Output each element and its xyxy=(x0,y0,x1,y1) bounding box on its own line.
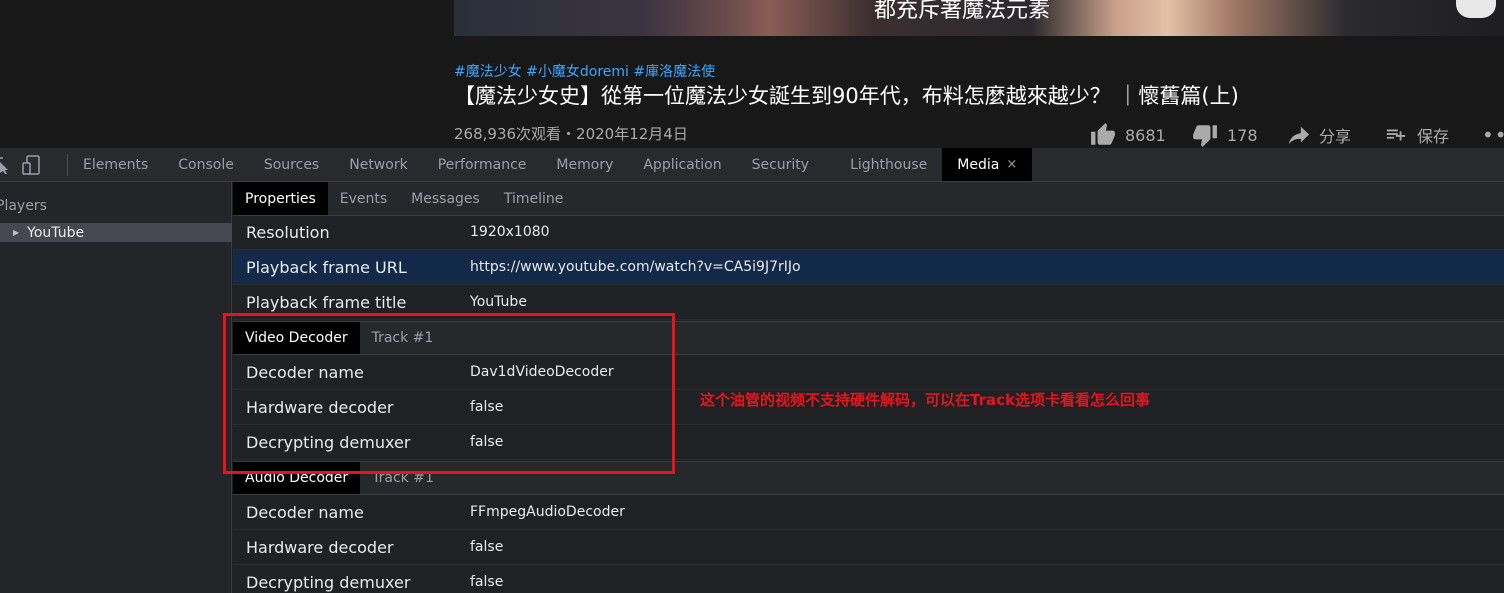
property-key: Decoder name xyxy=(246,502,364,522)
more-dots-icon: ••• xyxy=(1482,123,1504,147)
tab-audio-decoder[interactable]: Audio Decoder xyxy=(233,462,361,494)
dislike-count: 178 xyxy=(1227,125,1258,145)
video-subtitle: 都充斥著魔法元素 xyxy=(874,0,1051,23)
devtools-toolbar-icons xyxy=(0,153,68,176)
media-subtabbar: Properties Events Messages Timeline xyxy=(233,182,1504,216)
more-actions-button[interactable]: ••• xyxy=(1482,121,1504,149)
tab-lighthouse[interactable]: Lighthouse xyxy=(824,148,942,181)
property-key: Decrypting demuxer xyxy=(246,572,411,592)
tab-performance[interactable]: Performance xyxy=(423,148,542,181)
player-item-youtube[interactable]: ▶ YouTube xyxy=(0,223,232,242)
playlist-add-icon xyxy=(1386,129,1406,141)
video-player-frame[interactable]: 都充斥著魔法元素 xyxy=(454,0,1504,36)
property-value: https://www.youtube.com/watch?v=CA5i9J7r… xyxy=(470,259,801,275)
property-key: Decoder name xyxy=(246,362,364,382)
like-count: 8681 xyxy=(1125,125,1166,145)
property-value: false xyxy=(470,539,504,555)
tab-memory[interactable]: Memory xyxy=(541,148,628,181)
save-label: 保存 xyxy=(1417,127,1450,146)
tab-audio-track-1[interactable]: Track #1 xyxy=(360,462,446,494)
media-player-details: Properties Events Messages Timeline Reso… xyxy=(233,182,1504,593)
tab-media-label: Media xyxy=(957,156,1000,173)
thumbs-down-icon xyxy=(1193,125,1217,147)
tab-media[interactable]: Media × xyxy=(942,148,1033,181)
annotation-text: 这个油管的视频不支持硬件解码，可以在Track选项卡看看怎么回事 xyxy=(700,391,1150,409)
device-toolbar-icon[interactable] xyxy=(22,154,42,175)
tab-security[interactable]: Security xyxy=(737,148,825,181)
video-decoder-row-decrypting[interactable]: Decrypting demuxer false xyxy=(233,425,1504,460)
audio-decoder-row-hardware[interactable]: Hardware decoder false xyxy=(233,530,1504,565)
tab-video-decoder[interactable]: Video Decoder xyxy=(233,322,360,354)
tab-console[interactable]: Console xyxy=(163,148,249,181)
share-button[interactable]: 分享 xyxy=(1286,121,1351,149)
audio-decoder-tabbar: Audio Decoder Track #1 xyxy=(233,461,1504,495)
players-sidebar: Players ▶ YouTube xyxy=(0,182,232,593)
tab-sources[interactable]: Sources xyxy=(249,148,334,181)
subtab-events[interactable]: Events xyxy=(328,182,399,215)
subtab-properties[interactable]: Properties xyxy=(233,182,328,215)
thumbs-up-icon xyxy=(1091,123,1115,145)
video-hashtags[interactable]: #魔法少女 #小魔女doremi #庫洛魔法使 xyxy=(454,61,715,81)
player-item-label: YouTube xyxy=(27,224,85,241)
property-key: Hardware decoder xyxy=(246,537,394,557)
property-key: Resolution xyxy=(246,222,330,242)
tab-network[interactable]: Network xyxy=(334,148,422,181)
like-button[interactable]: 8681 xyxy=(1088,121,1166,149)
property-value: false xyxy=(470,434,504,450)
devtools-main-tabbar: Elements Console Sources Network Perform… xyxy=(0,148,1504,182)
property-key: Playback frame URL xyxy=(246,257,407,277)
tab-video-track-1[interactable]: Track #1 xyxy=(360,322,446,354)
triangle-right-icon: ▶ xyxy=(13,228,20,237)
video-view-count-date: 268,936次观看・2020年12月4日 xyxy=(454,125,688,143)
property-value: YouTube xyxy=(470,294,527,310)
youtube-video-area: 都充斥著魔法元素 #魔法少女 #小魔女doremi #庫洛魔法使 【魔法少女史】… xyxy=(0,0,1504,148)
property-row-playback-frame-title[interactable]: Playback frame title YouTube xyxy=(233,285,1504,320)
save-button[interactable]: 保存 xyxy=(1382,121,1449,149)
inspect-element-icon[interactable] xyxy=(0,156,12,174)
subtab-messages[interactable]: Messages xyxy=(399,182,492,215)
dislike-button[interactable]: 178 xyxy=(1190,121,1258,149)
video-cloud-graphic xyxy=(1456,0,1496,18)
video-decoder-tabbar: Video Decoder Track #1 xyxy=(233,321,1504,355)
close-icon[interactable]: × xyxy=(1006,157,1017,172)
subtab-timeline[interactable]: Timeline xyxy=(492,182,576,215)
property-value: false xyxy=(470,574,504,590)
property-value: FFmpegAudioDecoder xyxy=(470,504,625,520)
property-value: Dav1dVideoDecoder xyxy=(470,364,614,380)
share-arrow-icon xyxy=(1288,126,1310,145)
audio-decoder-row-name[interactable]: Decoder name FFmpegAudioDecoder xyxy=(233,495,1504,530)
property-row-playback-frame-url[interactable]: Playback frame URL https://www.youtube.c… xyxy=(233,250,1504,285)
property-row-resolution[interactable]: Resolution 1920x1080 xyxy=(233,215,1504,250)
tab-application[interactable]: Application xyxy=(628,148,736,181)
players-heading: Players xyxy=(0,198,47,214)
property-key: Playback frame title xyxy=(246,292,407,312)
video-decoder-row-name[interactable]: Decoder name Dav1dVideoDecoder xyxy=(233,355,1504,390)
property-value: 1920x1080 xyxy=(470,224,550,240)
property-key: Decrypting demuxer xyxy=(246,432,411,452)
property-key: Hardware decoder xyxy=(246,397,394,417)
share-label: 分享 xyxy=(1319,127,1352,146)
video-title: 【魔法少女史】從第一位魔法少女誕生到90年代，布料怎麼越來越少？ ｜懷舊篇(上) xyxy=(454,84,1239,108)
audio-decoder-row-decrypting[interactable]: Decrypting demuxer false xyxy=(233,565,1504,593)
property-value: false xyxy=(470,399,504,415)
tab-elements[interactable]: Elements xyxy=(68,148,163,181)
